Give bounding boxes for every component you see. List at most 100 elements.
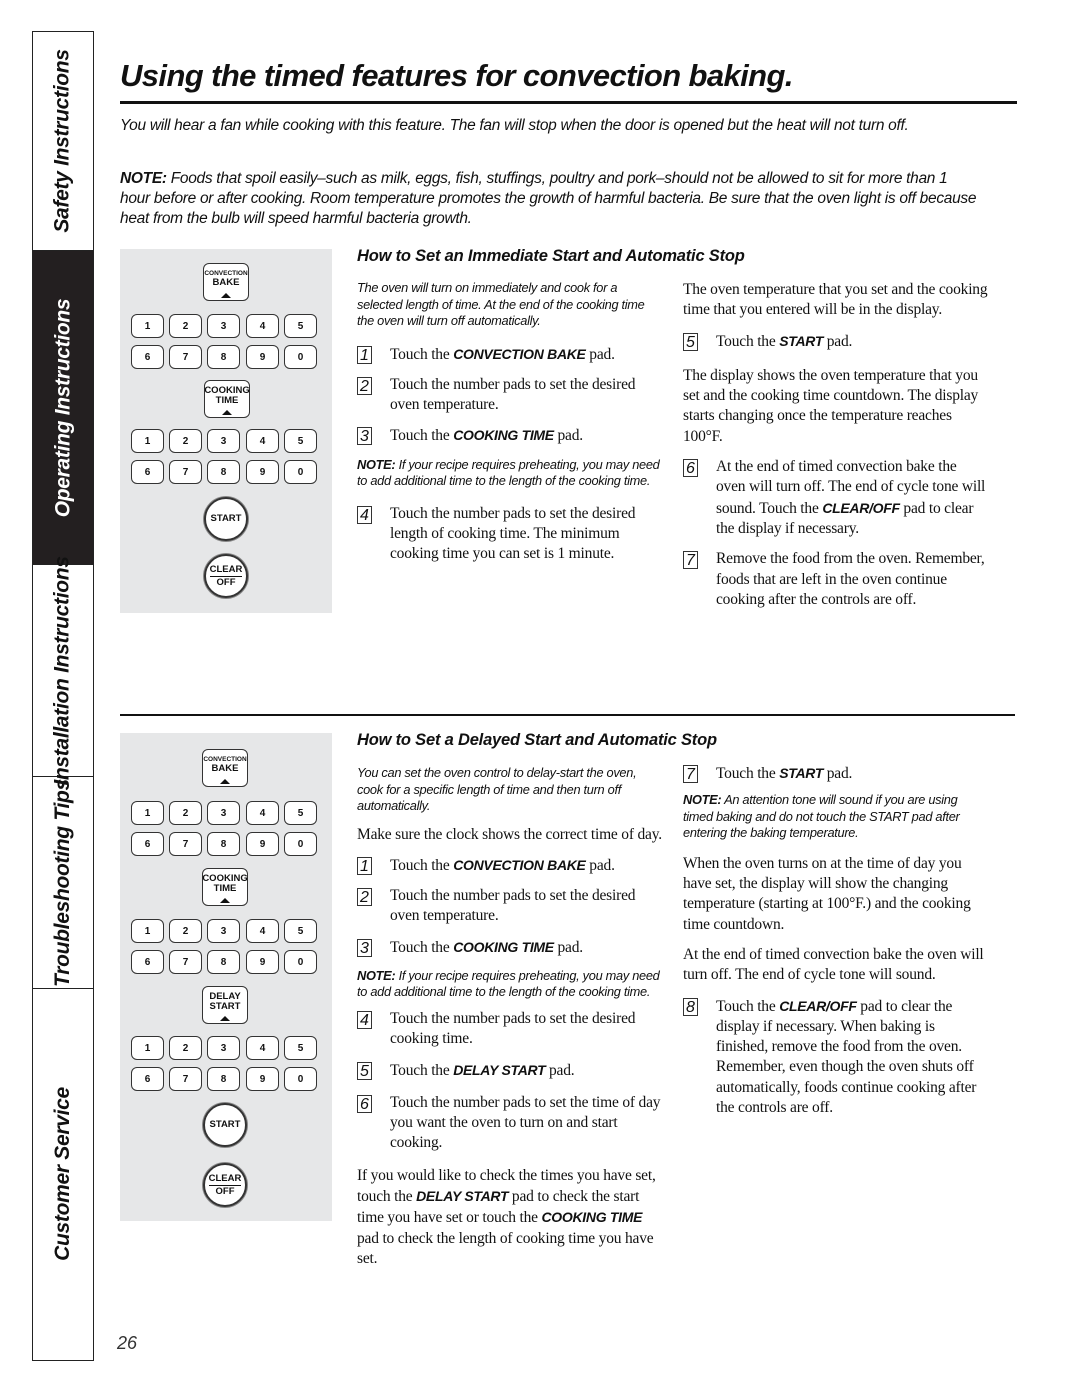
number-pad-5[interactable]: 5 [284, 801, 317, 825]
section-tabs: Safety Instructions Operating Instructio… [32, 31, 94, 1361]
number-pad-7[interactable]: 7 [169, 832, 202, 856]
number-pad-0[interactable]: 0 [284, 460, 317, 484]
step-text: Touch the DELAY START pad. [390, 1061, 575, 1079]
number-pad-9[interactable]: 9 [246, 460, 279, 484]
tab-troubleshooting-tips[interactable]: Troubleshooting Tips [33, 777, 93, 989]
step-7: 7 Touch the START pad. [683, 763, 988, 784]
step-1: 1 Touch the CONVECTION BAKE pad. [357, 344, 662, 365]
number-pad-9[interactable]: 9 [246, 345, 279, 369]
number-pad-2[interactable]: 2 [169, 314, 202, 338]
number-pad-5[interactable]: 5 [284, 919, 317, 943]
step-text: Touch the START pad. [716, 332, 853, 350]
number-pad-4[interactable]: 4 [246, 919, 279, 943]
number-pad-2[interactable]: 2 [169, 801, 202, 825]
number-pad-8[interactable]: 8 [207, 1067, 240, 1091]
tab-installation-instructions[interactable]: Installation Instructions [33, 556, 93, 785]
delay-start-pad[interactable]: DELAY START [202, 986, 248, 1024]
number-pad-0[interactable]: 0 [284, 1067, 317, 1091]
number-pad-5[interactable]: 5 [284, 1036, 317, 1060]
number-pad-6[interactable]: 6 [131, 460, 164, 484]
number-pad-7[interactable]: 7 [169, 345, 202, 369]
number-pad-1[interactable]: 1 [131, 919, 164, 943]
step-number: 7 [683, 551, 698, 570]
number-pad-7[interactable]: 7 [169, 950, 202, 974]
number-pad-3[interactable]: 3 [207, 801, 240, 825]
clear-off-pad[interactable]: CLEAR OFF [203, 1163, 247, 1207]
number-pad-6[interactable]: 6 [131, 1067, 164, 1091]
step-number: 1 [357, 856, 372, 875]
step-2: 2 Touch the number pads to set the desire… [357, 886, 662, 927]
number-pad-0[interactable]: 0 [284, 345, 317, 369]
step-text: Touch the COOKING TIME pad. [390, 938, 583, 956]
start-pad[interactable]: START [204, 497, 248, 541]
section-heading-immediate: How to Set an Immediate Start and Automa… [357, 247, 745, 265]
keypad-illustration-immediate: CONVECTION BAKE COOKING TIME START CLEAR… [120, 249, 332, 613]
number-pad-1[interactable]: 1 [131, 801, 164, 825]
step-text: Touch the CLEAR/OFF pad to clear the dis… [716, 997, 977, 1117]
clear-off-pad[interactable]: CLEAR OFF [204, 554, 248, 598]
number-pad-3[interactable]: 3 [207, 314, 240, 338]
number-pad-9[interactable]: 9 [246, 1067, 279, 1091]
convection-bake-pad[interactable]: CONVECTION BAKE [203, 263, 249, 301]
number-pad-8[interactable]: 8 [207, 950, 240, 974]
step-number: 4 [357, 1010, 372, 1029]
keypad-illustration-delayed: CONVECTION BAKE COOKING TIME DELAY START… [120, 733, 332, 1221]
immediate-col-right: The oven temperature that you set and th… [683, 280, 988, 620]
countdown-para: The display shows the oven temperature t… [683, 366, 979, 445]
number-pad-7[interactable]: 7 [169, 1067, 202, 1091]
cooking-time-pad[interactable]: COOKING TIME [202, 868, 248, 906]
number-pad-5[interactable]: 5 [284, 429, 317, 453]
number-pad-6[interactable]: 6 [131, 950, 164, 974]
number-pad-6[interactable]: 6 [131, 345, 164, 369]
number-pad-1[interactable]: 1 [131, 1036, 164, 1060]
step-number: 5 [683, 332, 698, 351]
number-pad-8[interactable]: 8 [207, 832, 240, 856]
step-number: 6 [683, 459, 698, 478]
number-pad-4[interactable]: 4 [246, 314, 279, 338]
preheat-note: NOTE: If your recipe requires preheating… [357, 456, 660, 489]
number-pad-1[interactable]: 1 [131, 314, 164, 338]
start-pad[interactable]: START [203, 1103, 247, 1147]
number-pad-7[interactable]: 7 [169, 460, 202, 484]
step-text: Remove the food from the oven. Remember,… [716, 550, 985, 608]
step-number: 7 [683, 765, 698, 783]
number-pad-2[interactable]: 2 [169, 429, 202, 453]
number-pad-3[interactable]: 3 [207, 429, 240, 453]
tab-customer-service[interactable]: Customer Service [33, 989, 93, 1359]
arrow-up-icon [221, 293, 231, 298]
number-pad-3[interactable]: 3 [207, 919, 240, 943]
number-pad-6[interactable]: 6 [131, 832, 164, 856]
number-pad-1[interactable]: 1 [131, 429, 164, 453]
number-pad-2[interactable]: 2 [169, 1036, 202, 1060]
step-number: 6 [357, 1094, 372, 1113]
pad-label: BAKE [212, 277, 240, 288]
arrow-up-icon [220, 898, 230, 903]
step-text: Touch the number pads to set the desired… [390, 504, 636, 563]
number-pad-2[interactable]: 2 [169, 919, 202, 943]
number-pad-4[interactable]: 4 [246, 801, 279, 825]
section-divider [120, 714, 1015, 716]
note-label: NOTE: [120, 170, 167, 187]
intro-text: You will hear a fan while cooking with t… [120, 117, 909, 134]
pad-label: START [209, 1119, 241, 1130]
number-pad-8[interactable]: 8 [207, 345, 240, 369]
number-pad-5[interactable]: 5 [284, 314, 317, 338]
number-pad-0[interactable]: 0 [284, 950, 317, 974]
number-pad-9[interactable]: 9 [246, 832, 279, 856]
number-pad-3[interactable]: 3 [207, 1036, 240, 1060]
number-pad-0[interactable]: 0 [284, 832, 317, 856]
step-3: 3 Touch the COOKING TIME pad. [357, 425, 662, 446]
title-divider [120, 101, 1017, 104]
number-pad-8[interactable]: 8 [207, 460, 240, 484]
number-pad-4[interactable]: 4 [246, 429, 279, 453]
convection-bake-pad[interactable]: CONVECTION BAKE [202, 749, 248, 787]
cooking-time-pad[interactable]: COOKING TIME [204, 380, 250, 418]
pad-label: CLEAR [209, 563, 243, 577]
step-text: Touch the CONVECTION BAKE pad. [390, 856, 615, 874]
tab-safety-instructions[interactable]: Safety Instructions [33, 32, 93, 251]
tab-operating-instructions[interactable]: Operating Instructions [33, 251, 93, 565]
step-text: At the end of timed convection bake the … [716, 458, 986, 537]
number-pad-9[interactable]: 9 [246, 950, 279, 974]
step-number: 3 [357, 938, 372, 957]
number-pad-4[interactable]: 4 [246, 1036, 279, 1060]
